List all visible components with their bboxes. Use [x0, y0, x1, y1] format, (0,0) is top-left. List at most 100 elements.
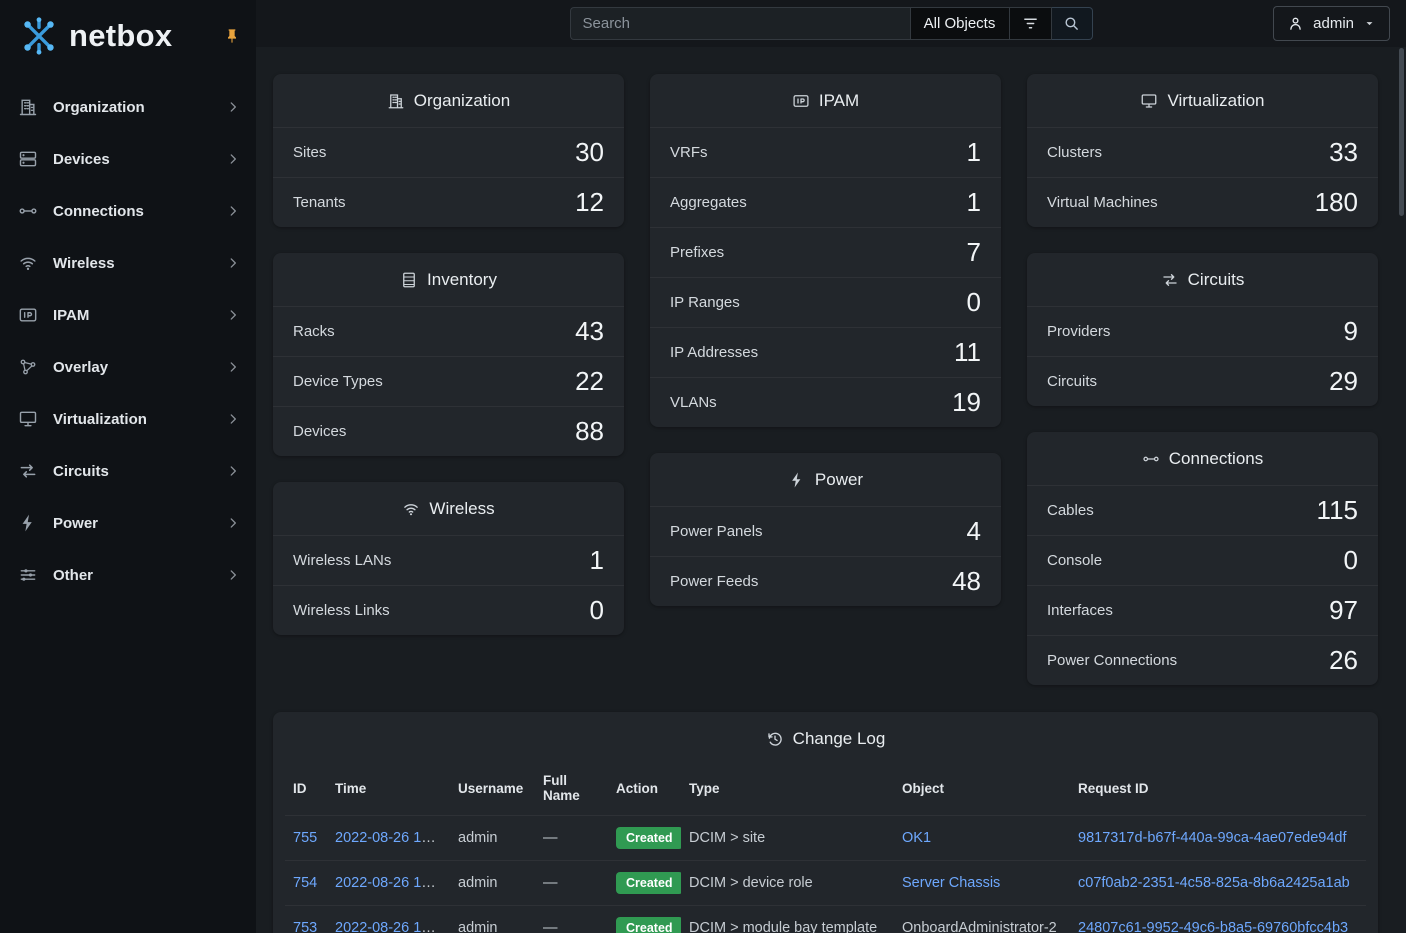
changelog-username: admin	[450, 861, 535, 906]
changelog-request-id-link[interactable]: c07f0ab2-2351-4c58-825a-8b6a2425a1ab	[1078, 875, 1350, 891]
chevron-right-icon	[226, 516, 240, 530]
sidebar-item-label: Overlay	[53, 359, 226, 376]
changelog-id-link[interactable]: 755	[293, 830, 317, 846]
stat-value: 88	[575, 416, 604, 447]
changelog-time-link[interactable]: 2022-08-26 14:22	[335, 830, 450, 846]
table-row: 753 2022-08-26 14:15 admin — Created DCI…	[285, 906, 1366, 933]
stat-label: Providers	[1047, 323, 1110, 340]
action-badge: Created	[616, 917, 681, 933]
stat-row-racks[interactable]: Racks 43	[273, 306, 624, 356]
sidebar-item-overlay[interactable]: Overlay	[0, 341, 256, 393]
changelog-request-id-link[interactable]: 9817317d-b67f-440a-99ca-4ae07ede94df	[1078, 830, 1346, 846]
content-area: All Objects admin Organization	[256, 0, 1406, 933]
stat-row-wireless-lans[interactable]: Wireless LANs 1	[273, 535, 624, 585]
card-wireless: Wireless Wireless LANs 1 Wireless Links …	[273, 482, 624, 635]
stat-row-ip-addresses[interactable]: IP Addresses 11	[650, 327, 1001, 377]
stat-value: 1	[590, 545, 604, 576]
sidebar-item-label: Wireless	[53, 255, 226, 272]
stat-value: 19	[952, 387, 981, 418]
stat-row-virtual-machines[interactable]: Virtual Machines 180	[1027, 177, 1378, 227]
stat-row-power-feeds[interactable]: Power Feeds 48	[650, 556, 1001, 606]
card-organization: Organization Sites 30 Tenants 12	[273, 74, 624, 227]
stat-row-ip-ranges[interactable]: IP Ranges 0	[650, 277, 1001, 327]
sidebar-item-virtualization[interactable]: Virtualization	[0, 393, 256, 445]
stat-row-console[interactable]: Console 0	[1027, 535, 1378, 585]
stat-row-vlans[interactable]: VLANs 19	[650, 377, 1001, 427]
changelog-request-id-link[interactable]: 24807c61-9952-49c6-b8a5-69760bfcc4b3	[1078, 920, 1348, 933]
stat-row-circuits[interactable]: Circuits 29	[1027, 356, 1378, 406]
card-header: IPAM	[650, 74, 1001, 127]
stat-row-power-panels[interactable]: Power Panels 4	[650, 506, 1001, 556]
table-row: 754 2022-08-26 14:17 admin — Created DCI…	[285, 861, 1366, 906]
monitor-icon	[1140, 92, 1158, 110]
stat-row-providers[interactable]: Providers 9	[1027, 306, 1378, 356]
stat-row-tenants[interactable]: Tenants 12	[273, 177, 624, 227]
changelog-time-link[interactable]: 2022-08-26 14:15	[335, 920, 450, 933]
stat-row-clusters[interactable]: Clusters 33	[1027, 127, 1378, 177]
stat-row-interfaces[interactable]: Interfaces 97	[1027, 585, 1378, 635]
stat-row-device-types[interactable]: Device Types 22	[273, 356, 624, 406]
changelog-object-text: OnboardAdministrator-2	[894, 906, 1070, 933]
history-icon	[766, 730, 784, 748]
sidebar-item-devices[interactable]: Devices	[0, 133, 256, 185]
object-type-selector-button[interactable]: All Objects	[910, 7, 1010, 40]
changelog-time-link[interactable]: 2022-08-26 14:17	[335, 875, 450, 891]
user-menu-button[interactable]: admin	[1273, 6, 1390, 41]
search-button[interactable]	[1052, 7, 1093, 40]
sidebar-item-organization[interactable]: Organization	[0, 81, 256, 133]
person-icon	[1287, 15, 1304, 32]
stat-value: 97	[1329, 595, 1358, 626]
card-header: Organization	[273, 74, 624, 127]
changelog-object-link[interactable]: Server Chassis	[902, 875, 1000, 891]
stat-label: Wireless LANs	[293, 552, 391, 569]
action-badge: Created	[616, 827, 681, 849]
sidebar-item-power[interactable]: Power	[0, 497, 256, 549]
stat-row-devices[interactable]: Devices 88	[273, 406, 624, 456]
stat-value: 48	[952, 566, 981, 597]
stat-label: Sites	[293, 144, 326, 161]
building-icon	[18, 97, 38, 117]
changelog-id-link[interactable]: 754	[293, 875, 317, 891]
filter-button[interactable]	[1010, 7, 1052, 40]
search-input[interactable]	[570, 7, 910, 40]
sidebar-item-wireless[interactable]: Wireless	[0, 237, 256, 289]
sidebar-item-label: Devices	[53, 151, 226, 168]
stat-row-prefixes[interactable]: Prefixes 7	[650, 227, 1001, 277]
stat-value: 0	[590, 595, 604, 626]
card-inventory: Inventory Racks 43 Device Types 22 Devic…	[273, 253, 624, 456]
changelog-object-link[interactable]: OK1	[902, 830, 931, 846]
changelog-type: DCIM > module bay template	[681, 906, 894, 933]
stat-label: Circuits	[1047, 373, 1097, 390]
wifi-icon	[402, 500, 420, 518]
sidebar-item-label: Virtualization	[53, 411, 226, 428]
bolt-icon	[18, 513, 38, 533]
dashboard: Organization Sites 30 Tenants 12	[256, 47, 1406, 933]
sidebar-item-ipam[interactable]: IPAM	[0, 289, 256, 341]
stat-row-sites[interactable]: Sites 30	[273, 127, 624, 177]
sidebar-item-other[interactable]: Other	[0, 549, 256, 601]
stat-row-aggregates[interactable]: Aggregates 1	[650, 177, 1001, 227]
stat-value: 0	[967, 287, 981, 318]
sidebar-item-connections[interactable]: Connections	[0, 185, 256, 237]
col-header-username: Username	[450, 765, 535, 816]
sidebar-item-label: Circuits	[53, 463, 226, 480]
sidebar-item-label: Other	[53, 567, 226, 584]
scrollbar-thumb[interactable]	[1399, 48, 1404, 216]
stat-row-vrfs[interactable]: VRFs 1	[650, 127, 1001, 177]
changelog-id-link[interactable]: 753	[293, 920, 317, 933]
pin-sidebar-icon[interactable]	[224, 28, 240, 44]
sliders-icon	[18, 565, 38, 585]
stat-row-wireless-links[interactable]: Wireless Links 0	[273, 585, 624, 635]
sidebar-item-label: IPAM	[53, 307, 226, 324]
stat-label: Device Types	[293, 373, 383, 390]
building-icon	[387, 92, 405, 110]
stat-row-power-connections[interactable]: Power Connections 26	[1027, 635, 1378, 685]
sidebar-item-circuits[interactable]: Circuits	[0, 445, 256, 497]
card-title: Virtualization	[1167, 91, 1264, 111]
card-title: Change Log	[793, 729, 886, 749]
brand-logo[interactable]: netbox	[16, 15, 172, 57]
stat-row-cables[interactable]: Cables 115	[1027, 485, 1378, 535]
table-header-row: ID Time Username Full Name Action Type O…	[285, 765, 1366, 816]
card-connections: Connections Cables 115 Console 0 Interfa…	[1027, 432, 1378, 685]
chevron-right-icon	[226, 256, 240, 270]
